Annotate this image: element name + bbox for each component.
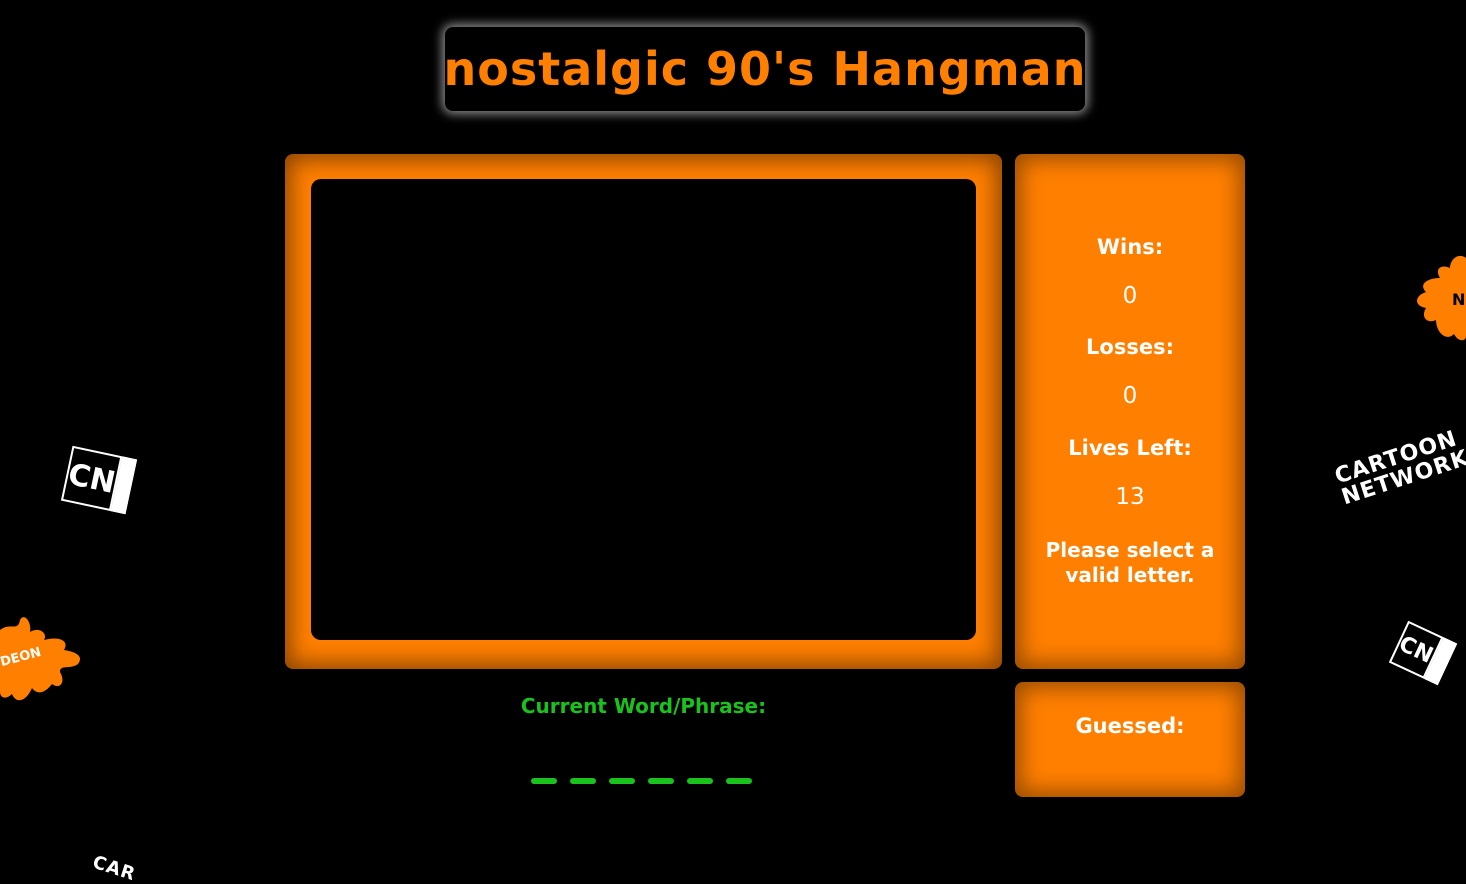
page-title: nostalgic 90's Hangman bbox=[443, 42, 1087, 96]
nickelodeon-text-right: N bbox=[1452, 290, 1466, 309]
letter-blank bbox=[687, 778, 713, 784]
status-message: Please select a valid letter. bbox=[1045, 538, 1215, 587]
stats-panel: Wins: 0 Losses: 0 Lives Left: 13 Please … bbox=[1015, 154, 1245, 669]
letter-blank bbox=[726, 778, 752, 784]
cartoon-network-logo-right: CN bbox=[1388, 620, 1458, 686]
losses-label: Losses: bbox=[1086, 335, 1174, 359]
title-banner: nostalgic 90's Hangman bbox=[443, 27, 1087, 111]
letter-blank bbox=[570, 778, 596, 784]
cn-left-text: CN bbox=[65, 456, 119, 501]
word-blanks bbox=[531, 778, 752, 784]
cartoon-network-wordmark: CARTOON NETWORK bbox=[1332, 426, 1466, 510]
page: nostalgic 90's Hangman Wins: 0 Losses: 0… bbox=[0, 0, 1466, 884]
current-word-label: Current Word/Phrase: bbox=[520, 694, 767, 718]
cartoon-network-bottom-text: CAR bbox=[89, 851, 139, 884]
losses-value: 0 bbox=[1122, 383, 1138, 409]
letter-blank bbox=[609, 778, 635, 784]
cartoon-network-logo-left: CN bbox=[60, 445, 138, 515]
lives-label: Lives Left: bbox=[1068, 436, 1192, 460]
game-board bbox=[285, 154, 1002, 669]
hangman-screen bbox=[311, 179, 976, 640]
wins-label: Wins: bbox=[1096, 235, 1164, 259]
guessed-panel: Guessed: bbox=[1015, 682, 1245, 797]
cartoon-network-wordmark-bottom: CAR bbox=[89, 851, 139, 884]
letter-blank bbox=[531, 778, 557, 784]
letter-blank bbox=[648, 778, 674, 784]
wins-value: 0 bbox=[1122, 283, 1138, 309]
lives-value: 13 bbox=[1115, 484, 1145, 510]
guessed-label: Guessed: bbox=[1075, 714, 1185, 738]
